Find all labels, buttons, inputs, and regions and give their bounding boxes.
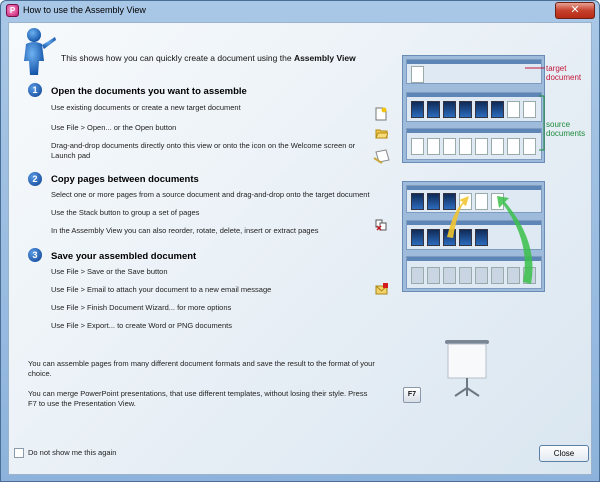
close-button[interactable]: Close	[539, 445, 589, 462]
section-3-line-3: Use File > Finish Document Wizard... for…	[51, 303, 232, 312]
source-document-pane-1	[406, 92, 542, 122]
window-title: How to use the Assembly View	[23, 5, 146, 15]
window-close-button[interactable]: ✕	[555, 2, 595, 19]
open-folder-icon	[375, 129, 388, 139]
target-document-pane	[406, 59, 542, 84]
stack-icon	[375, 219, 387, 231]
target-pointer	[525, 67, 545, 69]
new-document-icon	[375, 107, 387, 121]
dialog-window: P How to use the Assembly View ✕ This sh…	[0, 0, 600, 482]
section-3-line-1: Use File > Save or the Save button	[51, 267, 168, 276]
section-1-line-3: Drag-and-drop documents directly onto th…	[51, 141, 356, 150]
drag-arrows	[447, 196, 533, 284]
formats-note-line-1: You can assemble pages from many differe…	[28, 359, 375, 368]
drag-drop-icon	[373, 149, 390, 164]
section-3-line-2: Use File > Email to attach your document…	[51, 285, 272, 294]
section-1-number: 1	[28, 83, 42, 97]
section-2-title: Copy pages between documents	[51, 174, 199, 185]
app-icon: P	[6, 4, 19, 17]
section-1-line-4: Launch pad	[51, 151, 91, 160]
powerpoint-note-line-1: You can merge PowerPoint presentations, …	[28, 389, 368, 398]
powerpoint-note-line-2: F7 to use the Presentation View.	[28, 399, 136, 408]
section-1-title: Open the documents you want to assemble	[51, 86, 247, 97]
assembly-view-illustration-1	[402, 55, 545, 163]
projector-screen-icon	[445, 340, 489, 397]
section-3-line-4: Use File > Export... to create Word or P…	[51, 321, 232, 330]
dont-show-again-label[interactable]: Do not show me this again	[28, 448, 116, 458]
title-bar[interactable]: P How to use the Assembly View ✕	[1, 1, 599, 21]
dont-show-again-checkbox[interactable]	[14, 448, 24, 458]
section-3-title: Save your assembled document	[51, 251, 197, 262]
section-1-line-1: Use existing documents or create a new t…	[51, 103, 241, 112]
section-3-number: 3	[28, 248, 42, 262]
source-document-pane-2	[406, 128, 542, 160]
source-documents-label: source documents	[546, 120, 586, 138]
dialog-content: This shows how you can quickly create a …	[8, 22, 592, 475]
assembly-view-illustration-2	[402, 181, 545, 292]
f7-key-icon: F7	[403, 387, 421, 403]
intro-text: This shows how you can quickly create a …	[61, 53, 356, 63]
section-1-line-2: Use File > Open... or the Open button	[51, 123, 177, 132]
email-icon	[375, 283, 388, 295]
target-document-label: target document	[546, 64, 582, 82]
section-2-line-3: In the Assembly View you can also reorde…	[51, 226, 319, 235]
section-2-number: 2	[28, 172, 42, 186]
section-2-line-1: Select one or more pages from a source d…	[51, 190, 370, 199]
formats-note-line-2: choice.	[28, 369, 52, 378]
person-guide-icon	[24, 28, 56, 75]
section-2-line-2: Use the Stack button to group a set of p…	[51, 208, 200, 217]
